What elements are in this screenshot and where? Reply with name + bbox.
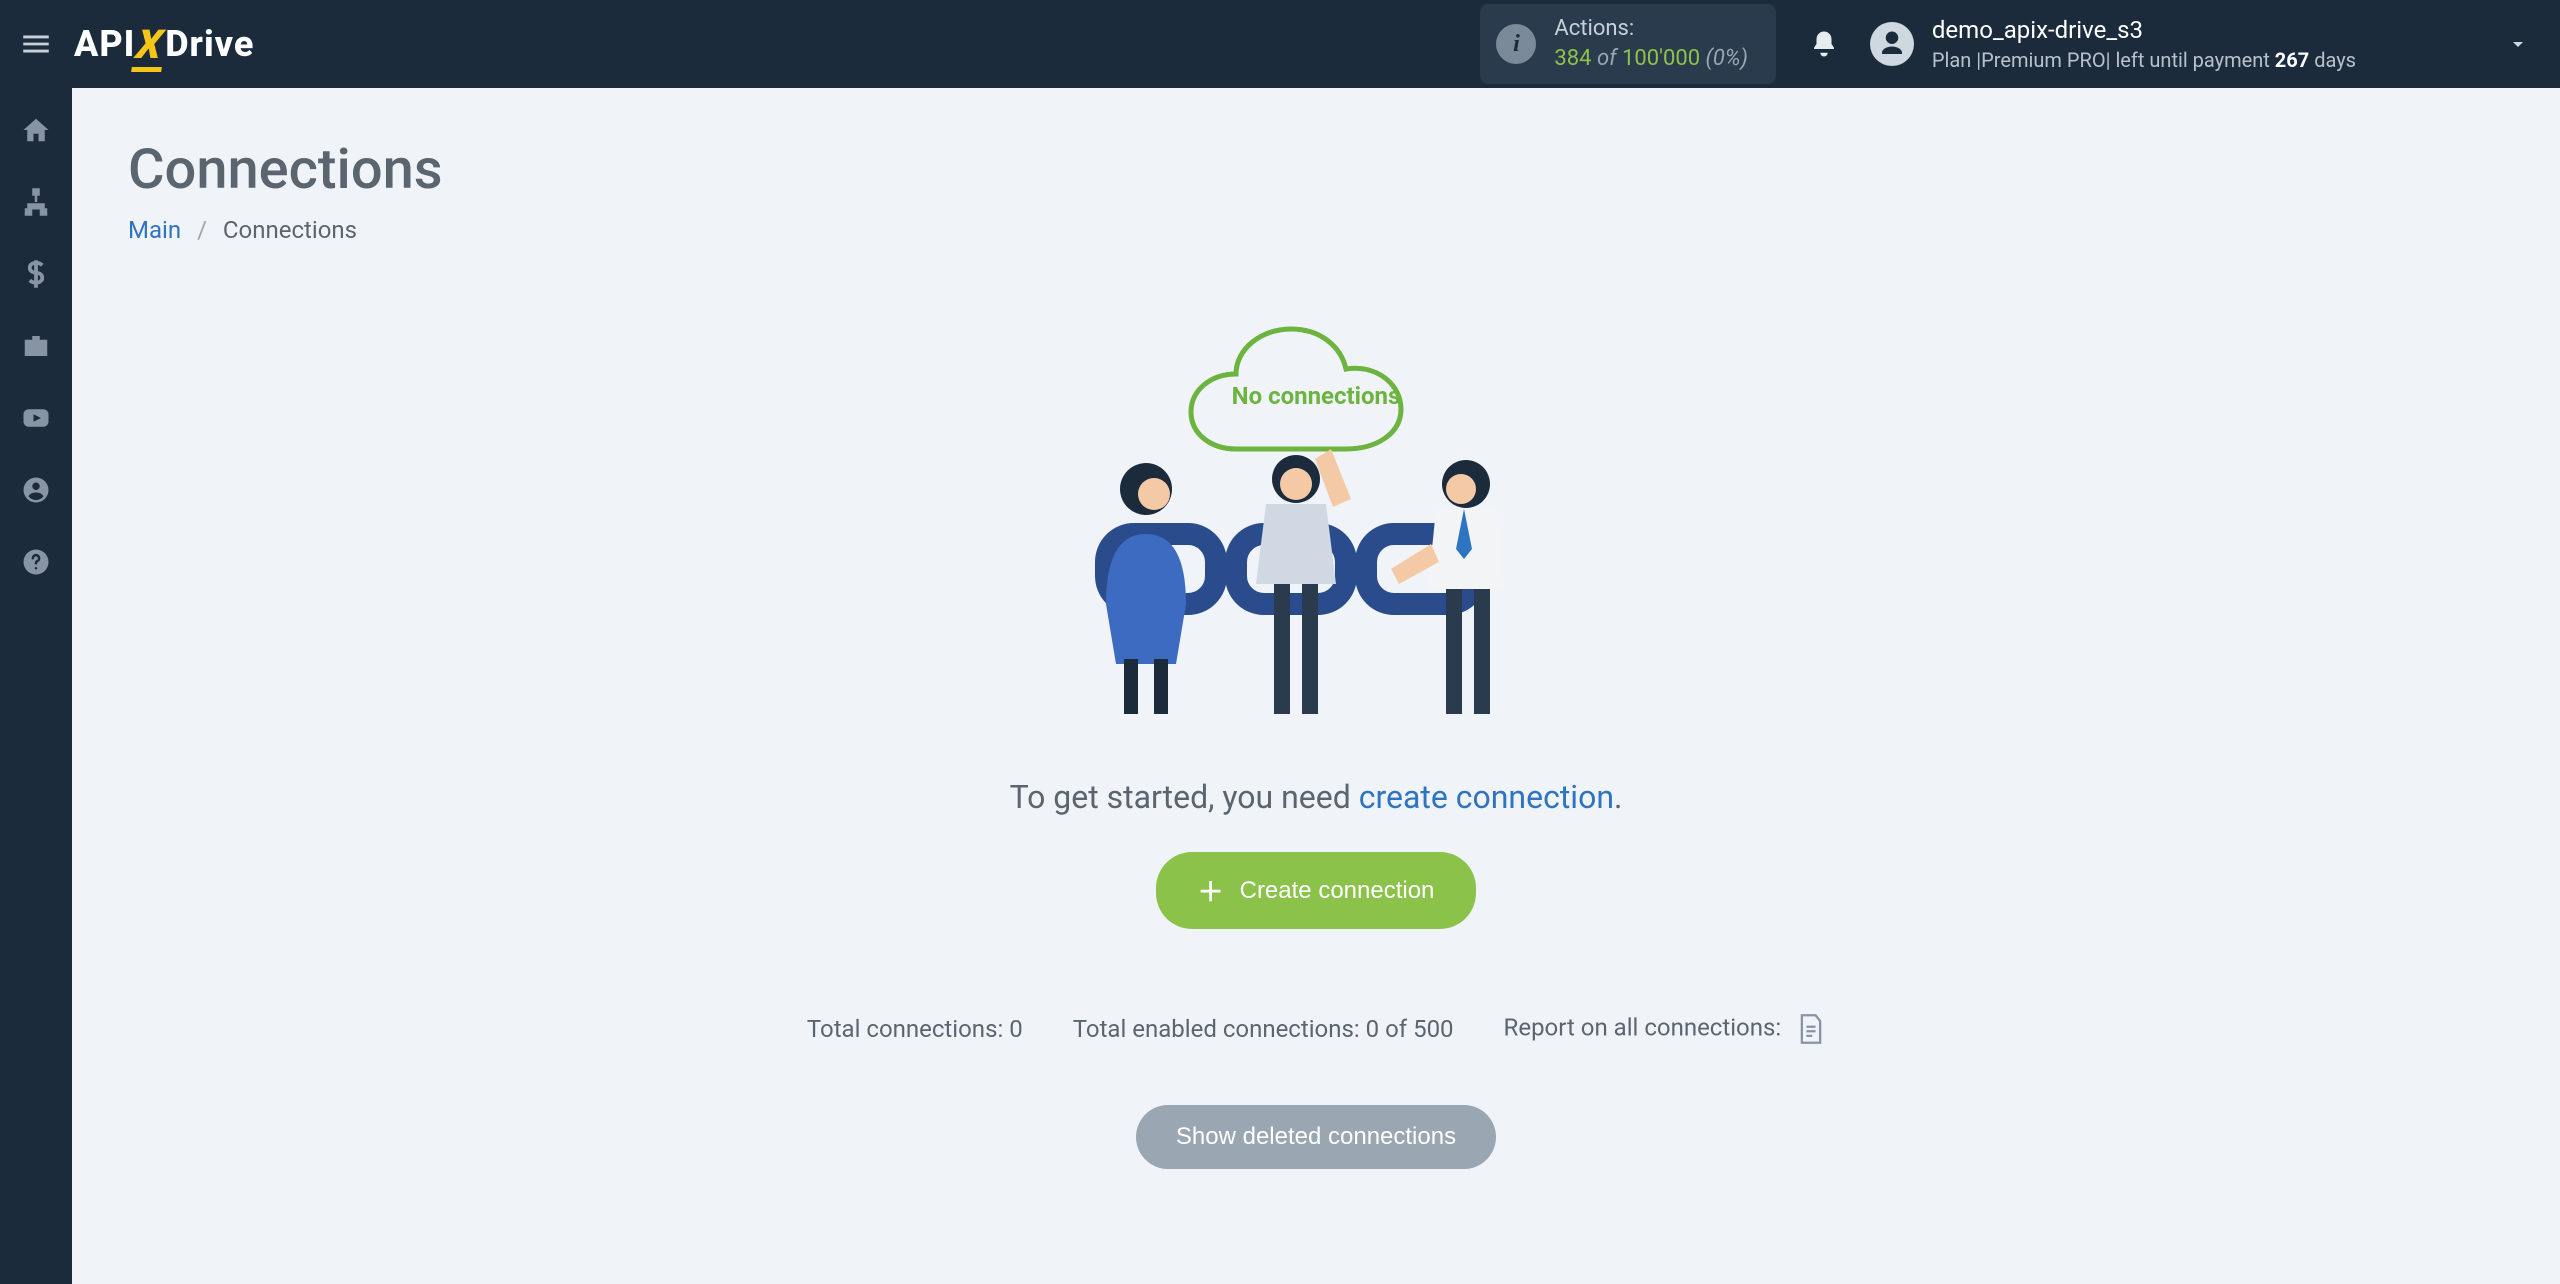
- user-icon: [1877, 29, 1907, 59]
- info-icon: i: [1496, 24, 1536, 64]
- empty-lead-text: To get started, you need create connecti…: [616, 778, 2016, 816]
- sidebar-item-video[interactable]: [16, 398, 56, 438]
- sidebar-item-account[interactable]: [16, 470, 56, 510]
- bell-icon: [1809, 29, 1839, 59]
- menu-toggle[interactable]: [12, 20, 60, 68]
- actions-text: Actions: 384 of 100'000 (0%): [1554, 14, 1747, 73]
- user-plan: Plan |Premium PRO| left until payment 26…: [1932, 47, 2356, 74]
- actions-label: Actions:: [1554, 14, 1747, 44]
- account-icon: [21, 475, 51, 505]
- actions-pct: (0%): [1706, 46, 1748, 71]
- report-download-icon[interactable]: [1797, 1013, 1825, 1045]
- actions-used: 384: [1554, 46, 1591, 71]
- stat-report: Report on all connections:: [1504, 1013, 1826, 1045]
- sidebar-item-home[interactable]: [16, 110, 56, 150]
- main-content: Connections Main / Connections No connec…: [72, 88, 2560, 1284]
- stats-row: Total connections: 0 Total enabled conne…: [616, 1013, 2016, 1045]
- sidebar-item-connections[interactable]: [16, 182, 56, 222]
- logo[interactable]: API X Drive: [74, 21, 254, 68]
- user-name: demo_apix-drive_s3: [1932, 14, 2356, 46]
- briefcase-icon: [21, 331, 51, 361]
- question-icon: [21, 547, 51, 577]
- notifications-button[interactable]: [1800, 20, 1848, 68]
- sidebar-item-billing[interactable]: [16, 254, 56, 294]
- create-connection-button[interactable]: ＋ Create connection: [1156, 852, 1477, 929]
- no-connections-illustration: No connections: [1036, 304, 1596, 748]
- breadcrumb-main[interactable]: Main: [128, 216, 181, 244]
- sidebar: [0, 88, 72, 1284]
- breadcrumb-current: Connections: [223, 216, 357, 244]
- breadcrumb: Main / Connections: [128, 216, 2504, 244]
- logo-x: X: [134, 21, 166, 68]
- hamburger-icon: [19, 27, 53, 61]
- top-bar: API X Drive i Actions: 384 of 100'000 (0…: [0, 0, 2560, 88]
- avatar: [1870, 22, 1914, 66]
- actions-counter[interactable]: i Actions: 384 of 100'000 (0%): [1480, 4, 1775, 83]
- page-title: Connections: [128, 136, 2504, 202]
- empty-state: No connections: [616, 304, 2016, 1169]
- create-connection-link[interactable]: create connection: [1359, 778, 1614, 816]
- sidebar-item-help[interactable]: [16, 542, 56, 582]
- logo-text-left: API: [74, 23, 135, 65]
- chevron-down-icon: [2504, 30, 2532, 58]
- stat-enabled: Total enabled connections: 0 of 500: [1073, 1015, 1454, 1043]
- stat-total: Total connections: 0: [807, 1015, 1023, 1043]
- logo-text-right: Drive: [165, 23, 254, 65]
- actions-of: of: [1597, 46, 1617, 71]
- actions-limit: 100'000: [1622, 46, 1700, 71]
- user-menu[interactable]: demo_apix-drive_s3 Plan |Premium PRO| le…: [1870, 14, 2532, 73]
- breadcrumb-sep: /: [197, 216, 207, 244]
- home-icon: [21, 115, 51, 145]
- plus-icon: ＋: [1198, 872, 1224, 909]
- sidebar-item-briefcase[interactable]: [16, 326, 56, 366]
- sitemap-icon: [21, 187, 51, 217]
- youtube-icon: [21, 403, 51, 433]
- show-deleted-button[interactable]: Show deleted connections: [1136, 1105, 1496, 1169]
- dollar-icon: [21, 259, 51, 289]
- svg-text:No connections: No connections: [1232, 382, 1401, 410]
